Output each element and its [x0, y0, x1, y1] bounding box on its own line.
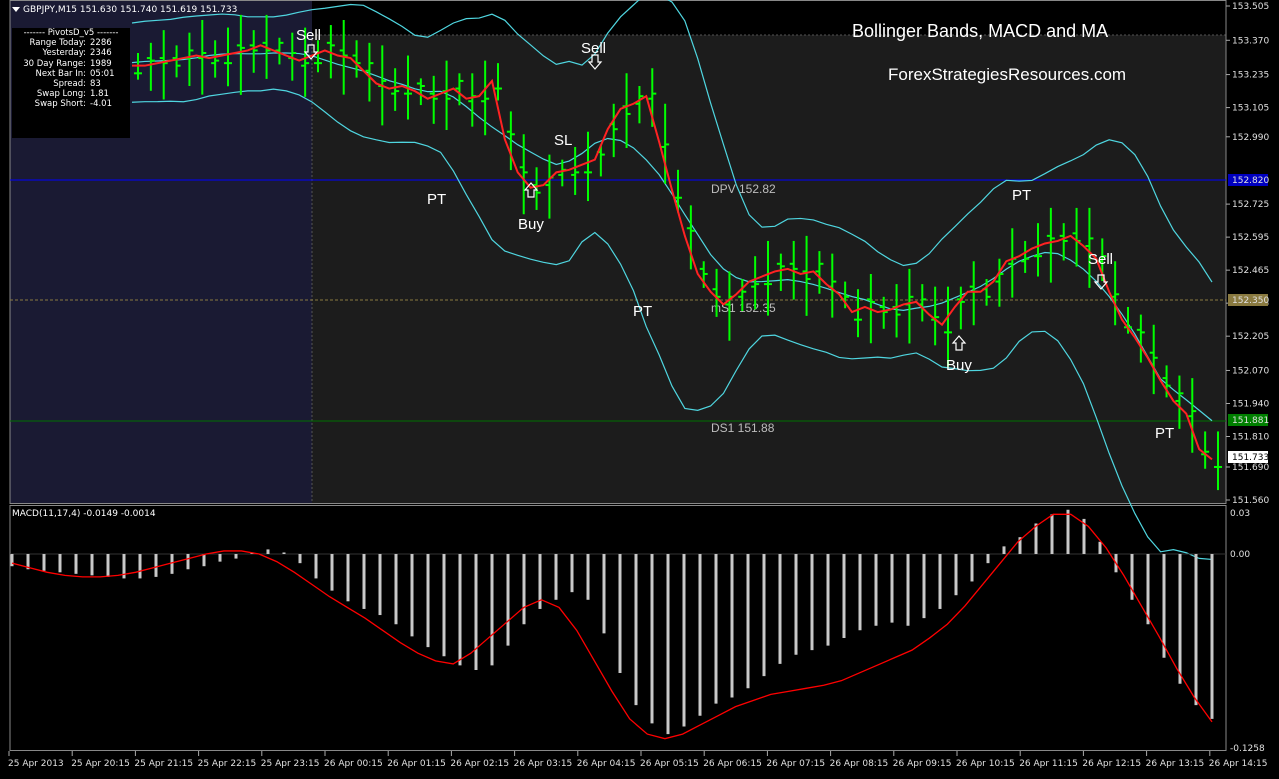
ms1-price-tag-text: 152.350: [1232, 296, 1269, 306]
chart-canvas: DPV 152.82 mS1 152.35 DS1 151.88 Bolling…: [8, 0, 1269, 769]
info-row: Yesterday: 2346: [12, 48, 130, 58]
price-tick-label: 153.105: [1232, 104, 1269, 114]
macd-axis-zero: 0.00: [1230, 550, 1250, 560]
macd-panel[interactable]: [10, 505, 1226, 751]
time-tick-label: 26 Apr 00:15: [324, 759, 383, 769]
info-row-value: 1989: [90, 58, 112, 69]
time-tick-label: 25 Apr 2013: [8, 759, 64, 769]
macd-axis-top: 0.03: [1230, 509, 1250, 519]
price-tick-label: 152.205: [1232, 332, 1269, 342]
info-panel-heading: ------- PivotsD_v5 -------: [23, 28, 119, 38]
chart-title: Bollinger Bands, MACD and MA: [852, 21, 1108, 41]
info-row-label: Swap Short:: [34, 99, 86, 110]
info-row: Swap Short: -4.01: [12, 99, 130, 109]
price-axis: 153.505 153.370 153.235 153.105 152.990 152.7…: [1226, 2, 1269, 506]
price-tick-label: 153.235: [1232, 71, 1269, 81]
annotation-sell-1: Sell: [296, 27, 321, 44]
price-tick-label: 151.560: [1232, 496, 1269, 506]
info-row-label: Next Bar In:: [35, 68, 87, 79]
info-row-value: -4.01: [90, 99, 112, 110]
info-row-value: 2286: [90, 38, 112, 49]
info-row-value: 2346: [90, 48, 112, 59]
time-axis: 25 Apr 2013 25 Apr 20:15 25 Apr 21:15 25 Ap…: [8, 751, 1267, 769]
price-tick-label: 152.990: [1232, 133, 1269, 143]
annotation-pt-4: PT: [1155, 425, 1174, 442]
annotation-buy-1: Buy: [518, 216, 544, 233]
info-rows: Range Today: 2286 Yesterday: 2346 30 Day Ran…: [12, 38, 130, 109]
price-tick-label: 152.465: [1232, 266, 1269, 276]
macd-axis-bottom: -0.1258: [1230, 744, 1265, 754]
info-row-value: 83: [90, 79, 101, 90]
price-tick-label: 152.725: [1232, 200, 1269, 210]
time-tick-label: 26 Apr 02:15: [450, 759, 509, 769]
price-tick-label: 152.595: [1232, 233, 1269, 243]
time-tick-label: 25 Apr 22:15: [198, 759, 257, 769]
symbol-header-text: GBPJPY,M15 151.630 151.740 151.619 151.7…: [23, 5, 238, 15]
ds1-price-tag-text: 151.881: [1232, 416, 1269, 426]
info-row-label: Swap Long:: [36, 89, 86, 100]
time-tick-label: 26 Apr 08:15: [830, 759, 889, 769]
time-tick-label: 26 Apr 05:15: [640, 759, 699, 769]
time-tick-label: 26 Apr 06:15: [703, 759, 762, 769]
annotation-pt-2: PT: [633, 303, 652, 320]
time-tick-label: 26 Apr 12:15: [1082, 759, 1141, 769]
time-tick-label: 26 Apr 01:15: [387, 759, 446, 769]
time-tick-label: 26 Apr 13:15: [1146, 759, 1205, 769]
time-tick-label: 25 Apr 23:15: [261, 759, 320, 769]
info-row-label: Spread:: [53, 79, 86, 90]
time-tick-label: 26 Apr 09:15: [893, 759, 952, 769]
time-tick-label: 25 Apr 20:15: [71, 759, 130, 769]
info-row-value: 1.81: [90, 89, 109, 100]
time-tick-label: 26 Apr 11:15: [1019, 759, 1078, 769]
price-tick-label: 153.505: [1232, 2, 1269, 12]
annotation-pt-1: PT: [427, 191, 446, 208]
info-row: Next Bar In: 05:01: [12, 69, 130, 79]
annotation-sell-3: Sell: [1088, 251, 1113, 268]
last-price-tag-text: 151.733: [1232, 453, 1269, 463]
annotation-buy-2: Buy: [946, 357, 972, 374]
dpv-label: DPV 152.82: [711, 182, 776, 196]
pivots-info-panel: ------- PivotsD_v5 ------- Range Today: 2…: [12, 28, 130, 138]
info-row: Spread: 83: [12, 79, 130, 89]
price-tick-label: 152.070: [1232, 366, 1269, 376]
time-tick-label: 26 Apr 04:15: [577, 759, 636, 769]
annotation-sl: SL: [554, 132, 572, 149]
price-tick-label: 153.370: [1232, 36, 1269, 46]
info-row-label: Yesterday:: [42, 48, 86, 59]
time-tick-label: 26 Apr 07:15: [766, 759, 825, 769]
info-row: 30 Day Range: 1989: [12, 59, 130, 69]
symbol-header: GBPJPY,M15 151.630 151.740 151.619 151.7…: [12, 5, 237, 15]
dpv-price-tag-text: 152.820: [1232, 176, 1269, 186]
info-row-label: 30 Day Range:: [23, 58, 86, 69]
time-tick-label: 25 Apr 21:15: [134, 759, 193, 769]
annotation-pt-3: PT: [1012, 187, 1031, 204]
price-tick-label: 151.810: [1232, 433, 1269, 443]
info-row-value: 05:01: [90, 68, 115, 79]
price-tick-label: 151.690: [1232, 463, 1269, 473]
macd-header: MACD(11,17,4) -0.0149 -0.0014: [12, 509, 156, 519]
time-tick-label: 26 Apr 10:15: [956, 759, 1015, 769]
price-tick-label: 151.940: [1232, 399, 1269, 409]
time-tick-label: 26 Apr 14:15: [1209, 759, 1268, 769]
metatrader-chart-window: DPV 152.82 mS1 152.35 DS1 151.88 Bolling…: [0, 0, 1279, 779]
time-tick-label: 26 Apr 03:15: [514, 759, 573, 769]
info-row: Range Today: 2286: [12, 38, 130, 48]
dropdown-triangle-icon[interactable]: [12, 7, 20, 12]
info-row: Swap Long: 1.81: [12, 89, 130, 99]
chart-subtitle: ForexStrategiesResources.com: [888, 65, 1126, 84]
info-row-label: Range Today:: [29, 38, 86, 49]
ds1-label: DS1 151.88: [711, 421, 775, 435]
